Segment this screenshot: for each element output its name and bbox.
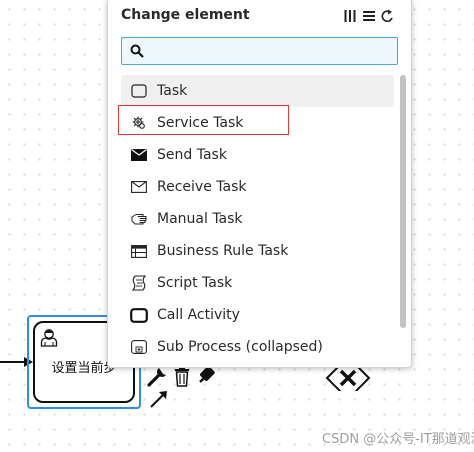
entry-label: Script Task (157, 275, 233, 291)
entry-label: Call Activity (157, 307, 240, 323)
subprocess-icon (130, 338, 148, 356)
envelope-outline-icon (130, 178, 148, 196)
entry-send-task[interactable]: Send Task (121, 139, 394, 171)
entry-sub-process-collapsed[interactable]: Sub Process (collapsed) (121, 331, 394, 363)
entry-receive-task[interactable]: Receive Task (121, 171, 394, 203)
gear-icon (130, 114, 148, 132)
entry-label: Task (157, 83, 188, 99)
script-icon (130, 274, 148, 292)
entry-call-activity[interactable]: Call Activity (121, 299, 394, 331)
task-icon (130, 82, 148, 100)
entry-manual-task[interactable]: Manual Task (121, 203, 394, 235)
entry-service-task[interactable]: Service Task (118, 105, 394, 139)
entry-task[interactable]: Task (121, 75, 394, 107)
table-icon (130, 242, 148, 260)
scrollbar[interactable] (400, 75, 406, 328)
entry-script-task[interactable]: Script Task (121, 267, 394, 299)
list-lines-icon[interactable] (363, 9, 375, 23)
search-box[interactable] (121, 37, 398, 65)
entry-label: Sub Process (collapsed) (157, 339, 323, 355)
loop-icon[interactable] (381, 9, 395, 23)
hand-icon (130, 210, 148, 228)
entry-list: Task Service Task Send Task Receive Task… (118, 75, 394, 363)
entry-label: Send Task (157, 147, 227, 163)
watermark: CSDN @公众号-IT那道观测网 (322, 432, 474, 447)
entry-business-rule-task[interactable]: Business Rule Task (121, 235, 394, 267)
popup-title: Change element (121, 7, 250, 23)
entry-label: Manual Task (157, 211, 243, 227)
entry-label: Service Task (157, 115, 244, 131)
search-input[interactable] (150, 41, 394, 63)
envelope-filled-icon (130, 146, 148, 164)
parallel-lines-icon[interactable] (344, 9, 356, 23)
call-activity-icon (130, 306, 148, 324)
trash-icon[interactable] (173, 366, 191, 388)
change-element-popup: Change element Task Service Task Send Ta… (107, 0, 412, 368)
search-icon (130, 44, 144, 58)
entry-label: Business Rule Task (157, 243, 289, 259)
entry-label: Receive Task (157, 179, 247, 195)
user-icon (40, 329, 58, 347)
connect-arrow-icon[interactable] (148, 388, 170, 410)
wrench-icon[interactable] (146, 365, 170, 387)
